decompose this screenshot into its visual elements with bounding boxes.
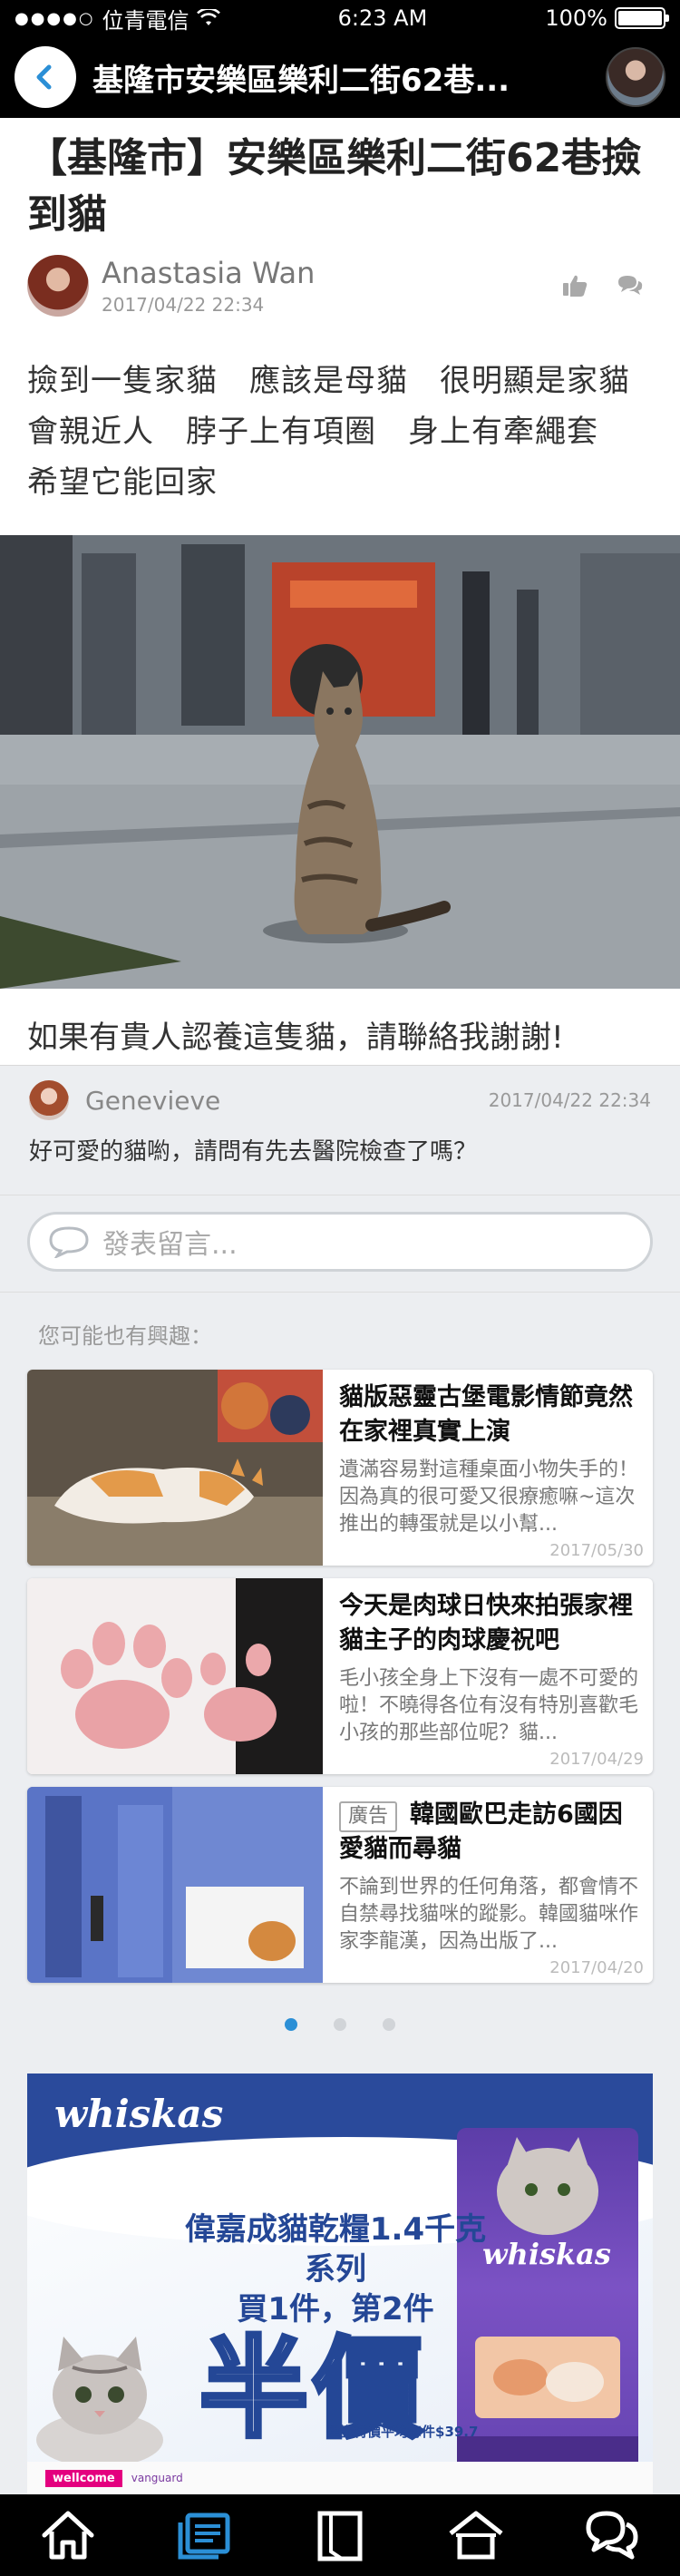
- comment-input-placeholder: 發表留言...: [102, 1229, 238, 1261]
- commenter-name[interactable]: Genevieve: [85, 1086, 489, 1116]
- comment-icon[interactable]: [617, 274, 644, 298]
- chat-icon: [586, 2511, 638, 2560]
- comment-header: Genevieve 2017/04/22 22:34: [0, 1066, 680, 1120]
- related-heading: 您可能也有興趣：: [38, 1323, 212, 1349]
- status-bar: ●●●●○ 位青電信 6:23 AM 100%: [0, 0, 680, 36]
- store-logo: wellcome: [45, 2469, 122, 2487]
- carrier-label: 位青電信: [102, 7, 189, 34]
- related-thumbnail: [27, 1787, 323, 1983]
- signal-icon: ●●●●○: [15, 8, 95, 28]
- author-info: Anastasia Wan 2017/04/22 22:34: [102, 256, 562, 316]
- tab-bar: [0, 2494, 680, 2576]
- ad-price-note: 建議特價平均每件$39.7: [326, 2424, 479, 2440]
- related-date: 2017/04/29: [549, 1750, 644, 1769]
- status-left: ●●●●○ 位青電信: [15, 3, 220, 34]
- ad-banner[interactable]: whiskas 偉嘉成貓乾糧1.4千克系列 買1件，第2件 半價 建議特價平均每…: [27, 2073, 653, 2494]
- tab-posts[interactable]: [168, 2499, 240, 2571]
- related-thumbnail: [27, 1578, 323, 1774]
- related-date: 2017/05/30: [549, 1541, 644, 1560]
- back-button[interactable]: [15, 46, 76, 108]
- comment-input-row: 發表留言...: [0, 1195, 680, 1293]
- chevron-left-icon: [36, 64, 52, 90]
- comment-text: 好可愛的貓喲，請問有先去醫院檢查了嗎？: [29, 1138, 478, 1166]
- user-avatar[interactable]: [606, 47, 665, 107]
- tab-shelter[interactable]: [440, 2499, 512, 2571]
- related-excerpt: 不論到世界的任何角落，都會情不自禁尋找貓咪的蹤影。韓國貓咪作家李龍漢，因為出版了…: [339, 1876, 638, 1953]
- post-card: 【基隆市】安樂區樂利二街62巷撿到貓 Anastasia Wan 2017/04…: [0, 118, 680, 1088]
- home-icon: [42, 2511, 94, 2560]
- related-thumbnail: [27, 1370, 323, 1566]
- status-right: 100%: [545, 5, 669, 31]
- battery-fill: [618, 11, 662, 25]
- comment-input[interactable]: 發表留言...: [27, 1212, 653, 1272]
- battery-percent: 100%: [545, 5, 607, 31]
- tab-book[interactable]: [304, 2499, 376, 2571]
- related-body: 廣告 韓國歐巴走訪6國因愛貓而尋貓 不論到世界的任何角落，都會情不自禁尋找貓咪的蹤…: [323, 1787, 653, 1983]
- kitten-image: [27, 2331, 172, 2467]
- comment-date: 2017/04/22 22:34: [488, 1089, 651, 1111]
- ad-headline-line1: 偉嘉成貓乾糧1.4千克系列: [184, 2211, 487, 2288]
- cat-photo-art: [0, 535, 680, 989]
- nav-title: 基隆市安樂區樂利二街62巷...: [92, 62, 510, 99]
- nav-bar: 基隆市安樂區樂利二街62巷...: [0, 36, 680, 118]
- carousel-pager: [27, 2006, 653, 2043]
- book-spread-image: [27, 1787, 323, 1983]
- battery-icon: [615, 7, 669, 29]
- vendor-logo: vanguard: [131, 2472, 183, 2484]
- tab-chat[interactable]: [576, 2499, 648, 2571]
- author-avatar[interactable]: [27, 255, 89, 317]
- pack-logo: whiskas: [482, 2237, 611, 2271]
- thumbs-up-icon[interactable]: [562, 274, 588, 298]
- related-title: 廣告 韓國歐巴走訪6國因愛貓而尋貓: [339, 1798, 638, 1867]
- related-section: 您可能也有興趣： 貓版惡靈古堡電影情節竟然在家裡真實上演 遺滿容易對這種桌面小物…: [0, 1293, 680, 2043]
- related-title: 貓版惡靈古堡電影情節竟然在家裡真實上演: [339, 1383, 633, 1446]
- book-icon: [317, 2511, 363, 2561]
- post-actions: [562, 274, 653, 298]
- commenter-avatar[interactable]: [29, 1080, 69, 1120]
- related-body: 貓版惡靈古堡電影情節竟然在家裡真實上演 遺滿容易對這種桌面小物失手的！因為真的很…: [323, 1370, 653, 1566]
- related-list: 貓版惡靈古堡電影情節竟然在家裡真實上演 遺滿容易對這種桌面小物失手的！因為真的很…: [27, 1370, 653, 1983]
- posts-icon: [178, 2513, 230, 2560]
- pager-dot-3[interactable]: [383, 2018, 395, 2031]
- related-title: 今天是肉球日快來拍張家裡貓主子的肉球慶祝吧: [339, 1592, 633, 1654]
- wifi-icon: [196, 9, 220, 25]
- comment-section: Genevieve 2017/04/22 22:34 好可愛的貓喲，請問有先去醫…: [0, 1065, 680, 2494]
- related-article-card[interactable]: 貓版惡靈古堡電影情節竟然在家裡真實上演 遺滿容易對這種桌面小物失手的！因為真的很…: [27, 1370, 653, 1566]
- kitten-art: [36, 2337, 163, 2467]
- related-date: 2017/04/20: [549, 1958, 644, 1977]
- shelter-icon: [449, 2511, 503, 2560]
- related-article-card[interactable]: 今天是肉球日快來拍張家裡貓主子的肉球慶祝吧 毛小孩全身上下沒有一處不可愛的啦！不…: [27, 1578, 653, 1774]
- related-excerpt: 毛小孩全身上下沒有一處不可愛的啦！不曉得各位有沒有特別喜歡毛小孩的那些部位呢？貓…: [339, 1667, 638, 1744]
- speech-bubble-icon: [49, 1226, 89, 1258]
- post-body: 撿到一隻家貓 應該是母貓 很明顯是家貓會親近人 脖子上有項圈 身上有牽繩套 希望…: [27, 363, 630, 501]
- related-excerpt: 遺滿容易對這種桌面小物失手的！因為真的很可愛又很療癒嘛~這次推出的轉蛋就是以小幫…: [339, 1459, 638, 1536]
- cat-lying-image: [27, 1370, 323, 1566]
- paw-pads-image: [27, 1578, 323, 1774]
- related-body: 今天是肉球日快來拍張家裡貓主子的肉球慶祝吧 毛小孩全身上下沒有一處不可愛的啦！不…: [323, 1578, 653, 1774]
- author-name[interactable]: Anastasia Wan: [102, 256, 562, 290]
- whiskas-logo: whiskas: [54, 2092, 224, 2136]
- tab-home[interactable]: [32, 2499, 104, 2571]
- pager-dot-2[interactable]: [334, 2018, 346, 2031]
- ad-footer: wellcome vanguard: [27, 2462, 653, 2494]
- clock: 6:23 AM: [337, 5, 428, 31]
- cat-photo[interactable]: [0, 535, 680, 989]
- post-title: 【基隆市】安樂區樂利二街62巷撿到貓: [27, 135, 642, 238]
- ad-badge: 廣告: [339, 1801, 398, 1832]
- post-date: 2017/04/22 22:34: [102, 294, 265, 316]
- author-row: Anastasia Wan 2017/04/22 22:34: [0, 243, 680, 319]
- related-ad-card[interactable]: 廣告 韓國歐巴走訪6國因愛貓而尋貓 不論到世界的任何角落，都會情不自禁尋找貓咪的蹤…: [27, 1787, 653, 1983]
- pager-dot-1[interactable]: [285, 2018, 297, 2031]
